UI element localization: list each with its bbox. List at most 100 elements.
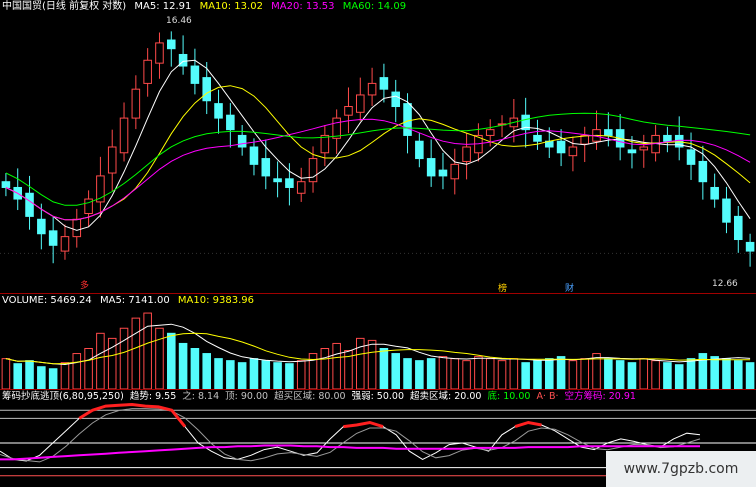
price-pane[interactable]: 中国国贸(日线 前复权 对数) MA5: 12.91 MA10: 13.02 M…	[0, 0, 756, 294]
candle	[249, 146, 259, 165]
candle	[37, 218, 46, 235]
volume-bar	[167, 332, 176, 390]
volume-header: VOLUME: 5469.24 MA5: 7141.00 MA10: 9383.…	[2, 295, 259, 307]
volume-ma10: MA10: 9383.96	[177, 295, 254, 306]
volume-bar	[391, 353, 400, 390]
volume-bar	[604, 358, 613, 390]
volume-bar	[273, 362, 282, 390]
candle	[722, 198, 731, 223]
stock-name[interactable]: 中国国贸(日线 前复权 对数)	[2, 1, 126, 12]
candle	[273, 178, 282, 183]
indicator-name[interactable]: 筹码抄底逃顶(6,80,95,250)	[2, 391, 124, 402]
candle	[426, 158, 436, 177]
volume-bar	[25, 360, 34, 390]
ma10-line	[5, 85, 751, 221]
volume-bar	[285, 363, 294, 390]
candle	[155, 42, 164, 64]
candle	[379, 77, 389, 90]
volume-bar	[202, 353, 211, 390]
volume-bar	[450, 358, 460, 390]
volume-bar	[674, 364, 684, 390]
volume-value: VOLUME: 5469.24	[2, 295, 92, 306]
volume-bar	[155, 327, 164, 390]
candle	[415, 140, 424, 160]
volume-bar	[249, 358, 259, 390]
candle	[438, 169, 448, 177]
ma20-value: MA20: 13.53	[271, 1, 335, 12]
volume-bar	[545, 358, 554, 390]
volume-bar	[131, 317, 141, 390]
trend-highlight	[514, 420, 542, 429]
volume-bar	[474, 356, 483, 390]
candle	[296, 181, 306, 194]
trend-line	[0, 403, 701, 462]
candle	[119, 117, 129, 154]
candle	[734, 215, 743, 241]
candle	[261, 158, 271, 177]
candle	[48, 230, 58, 246]
indicator-header: 筹码抄底逃顶(6,80,95,250) 趋势: 9.55 之: 8.14 顶: …	[2, 391, 641, 403]
volume-bar	[710, 356, 719, 390]
volume-bar	[60, 362, 70, 390]
candle	[202, 77, 211, 102]
volume-bar	[568, 360, 578, 390]
volume-bar	[533, 360, 542, 390]
volume-bar	[13, 363, 22, 390]
trend-value: 趋势: 9.55	[129, 391, 177, 402]
candle	[214, 103, 223, 119]
ma5-line	[5, 59, 751, 231]
marker-mid: 榜	[498, 284, 508, 294]
volume-bar	[72, 353, 82, 390]
ma60-value: MA60: 14.09	[342, 1, 407, 12]
volume-bar	[438, 356, 448, 390]
volume-bar	[639, 358, 649, 390]
volume-ma5-line	[5, 323, 751, 366]
candle	[450, 163, 460, 180]
volume-bar	[296, 360, 306, 390]
volume-bar	[320, 348, 330, 390]
low-price-label: 12.66	[712, 279, 738, 289]
volume-bar	[745, 362, 755, 390]
volume-pane[interactable]: VOLUME: 5469.24 MA5: 7141.00 MA10: 9383.…	[0, 294, 756, 390]
candle	[131, 88, 141, 119]
volume-chart[interactable]	[0, 294, 756, 390]
volume-bar	[1, 358, 11, 390]
volume-ma5: MA5: 7141.00	[99, 295, 170, 306]
volume-bar	[509, 358, 519, 390]
volume-bar	[580, 358, 589, 390]
candle	[143, 59, 152, 84]
volume-bar	[426, 358, 436, 390]
volume-bar	[415, 360, 424, 390]
candle	[1, 181, 11, 188]
volume-bar	[367, 339, 377, 390]
volume-bar	[214, 358, 223, 390]
volume-bar	[119, 327, 129, 390]
candle	[285, 178, 294, 188]
volume-bar	[462, 360, 471, 390]
candle	[627, 149, 637, 154]
trend-highlight	[343, 420, 384, 429]
watermark: www.7gpzb.com	[606, 451, 756, 487]
price-chart[interactable]	[0, 0, 756, 294]
trend-highlight	[78, 402, 187, 428]
candle	[72, 218, 82, 238]
volume-bar	[663, 362, 672, 390]
candle	[604, 129, 613, 136]
candle	[60, 236, 70, 252]
candle	[556, 140, 566, 154]
candle	[107, 146, 117, 174]
candle	[403, 103, 412, 136]
volume-bar	[497, 360, 507, 390]
candle	[167, 39, 176, 50]
candle	[745, 241, 755, 252]
high-price-label: 16.46	[166, 16, 192, 26]
volume-bar	[651, 360, 660, 390]
ab-value: A· B·	[536, 391, 559, 402]
candle	[639, 146, 649, 151]
ma10-value: MA10: 13.02	[199, 1, 263, 12]
volume-bar	[48, 368, 58, 390]
candle	[308, 158, 318, 183]
candle	[344, 106, 353, 116]
volume-bar	[190, 348, 200, 390]
volume-bar	[627, 362, 637, 390]
